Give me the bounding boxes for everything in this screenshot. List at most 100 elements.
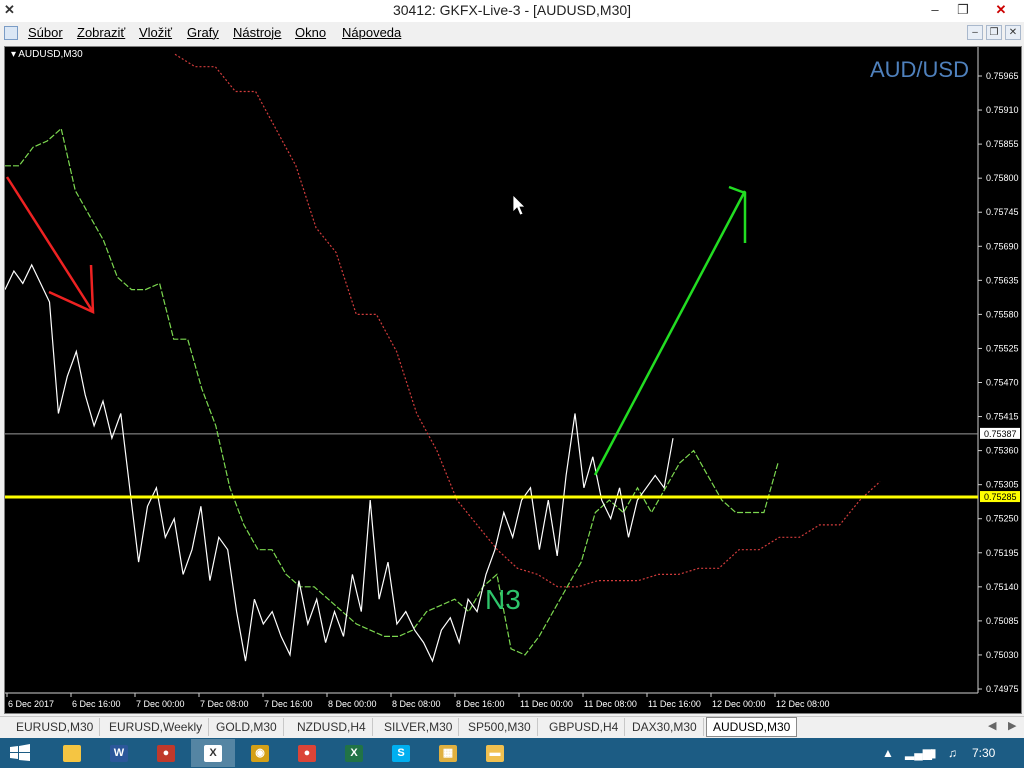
tab-eurusd-m30[interactable]: EURUSD,M30	[10, 718, 101, 736]
y-tick-label: 0.75910	[986, 105, 1019, 115]
menu-okno[interactable]: Okno	[295, 25, 326, 40]
taskbar-app[interactable]: ▬	[473, 739, 517, 767]
x-tick-label: 8 Dec 00:00	[328, 699, 377, 709]
y-tick-label: 0.75800	[986, 173, 1019, 183]
tab-eurusd-weekly[interactable]: EURUSD,Weekly	[103, 718, 210, 736]
excel-icon: X	[345, 745, 363, 762]
taskbar-app[interactable]: ●	[144, 739, 188, 767]
tab-dax30-m30[interactable]: DAX30,M30	[626, 718, 704, 736]
y-tick-label: 0.75415	[986, 412, 1019, 422]
x-tick-label: 7 Dec 00:00	[136, 699, 185, 709]
x-tick-label: 7 Dec 16:00	[264, 699, 313, 709]
y-tick-label: 0.75195	[986, 548, 1019, 558]
skype-icon: S	[392, 745, 410, 762]
chart-minimize-button[interactable]: –	[967, 25, 983, 40]
menu-nastroje[interactable]: Nástroje	[233, 25, 281, 40]
red-dotted-line	[174, 53, 881, 588]
menu-napoveda[interactable]: Nápoveda	[342, 25, 401, 40]
menu-grafy[interactable]: Grafy	[187, 25, 219, 40]
menu-bar: Súbor Zobraziť Vložiť Grafy Nástroje Okn…	[0, 22, 1024, 44]
tabs-scroll-left-icon[interactable]: ◀	[988, 719, 996, 732]
x-tick-label: 7 Dec 08:00	[200, 699, 249, 709]
x-tick-label: 11 Dec 00:00	[520, 699, 573, 709]
y-tick-label: 0.75855	[986, 139, 1019, 149]
tab-nzdusd-h4[interactable]: NZDUSD,H4	[291, 718, 373, 736]
x-tick-label: 12 Dec 08:00	[776, 699, 830, 709]
n3-annotation: N3	[485, 584, 521, 615]
y-tick-label: 0.75030	[986, 650, 1019, 660]
close-icon: ✕	[995, 2, 1007, 17]
network-icon[interactable]: ▂▄▆	[905, 746, 932, 760]
tab-audusd-m30[interactable]: AUDUSD,M30	[706, 717, 798, 737]
photos-icon: ▦	[439, 745, 457, 762]
folder-icon: ▬	[486, 745, 504, 762]
volume-icon[interactable]: ♫	[948, 746, 957, 760]
down-arrow-head-icon	[48, 264, 95, 314]
battery-icon[interactable]: ▮	[930, 746, 937, 760]
x-tick-label: 8 Dec 16:00	[456, 699, 505, 709]
taskbar-app[interactable]: S	[379, 739, 423, 767]
mouse-cursor-icon	[512, 194, 526, 216]
chart-close-button[interactable]: ✕	[1005, 25, 1021, 40]
x-tick-label: 6 Dec 16:00	[72, 699, 121, 709]
y-tick-label: 0.75745	[986, 207, 1019, 217]
chart-symbol-label: ▾ AUDUSD,M30	[11, 49, 83, 60]
restore-icon: ❐	[957, 2, 969, 17]
symbol-text: AUDUSD,M30	[18, 49, 83, 60]
y-tick-label: 0.75580	[986, 309, 1019, 319]
x-tick-label: 12 Dec 00:00	[712, 699, 766, 709]
current-price-label: 0.75387	[984, 429, 1017, 439]
taskbar-app[interactable]: ▦	[426, 739, 470, 767]
tab-silver-m30[interactable]: SILVER,M30	[378, 718, 460, 736]
price-line	[5, 263, 674, 663]
metatrader-icon: X	[204, 745, 222, 762]
windows-start-icon[interactable]	[6, 744, 34, 762]
line-price-label: 0.75285	[984, 492, 1017, 502]
x-tick-label: 11 Dec 16:00	[648, 699, 701, 709]
menu-zobrazit[interactable]: Zobraziť	[77, 25, 125, 40]
chrome-icon: ●	[298, 745, 316, 762]
taskbar-app[interactable]: ●	[285, 739, 329, 767]
trading-terminal-window: ✕ 30412: GKFX-Live-3 - [AUDUSD,M30] – ❐ …	[0, 0, 1024, 768]
up-arrow-icon	[593, 190, 747, 476]
paint-icon: ●	[157, 745, 175, 762]
taskbar-app[interactable]	[50, 739, 94, 767]
chart-canvas[interactable]: 0.75965 0.75910 0.75855 0.75800 0.75745 0.756…	[5, 47, 1021, 713]
tab-gbpusd-h4[interactable]: GBPUSD,H4	[543, 718, 626, 736]
taskbar-app[interactable]: X	[332, 739, 376, 767]
green-dashed-line	[5, 127, 779, 656]
word-icon: W	[110, 745, 128, 762]
y-tick-label: 0.75140	[986, 582, 1019, 592]
clock[interactable]: 7:30	[972, 746, 995, 760]
chart-restore-button[interactable]: ❐	[986, 25, 1002, 40]
y-tick-label: 0.75690	[986, 241, 1019, 251]
tab-gold-m30[interactable]: GOLD,M30	[210, 718, 284, 736]
price-chart[interactable]: 0.75965 0.75910 0.75855 0.75800 0.75745 0.756…	[4, 46, 1022, 714]
taskbar-app[interactable]: W	[97, 739, 141, 767]
chart-window-icon[interactable]	[4, 26, 18, 40]
taskbar: W ● X ◉ ● X S ▦ ▬ ▲ ▂▄▆ ▮ ♫ 7:30	[0, 738, 1024, 768]
x-tick-label: 8 Dec 08:00	[392, 699, 441, 709]
y-tick-label: 0.75635	[986, 275, 1019, 285]
x-tick-label: 6 Dec 2017	[8, 699, 54, 709]
y-tick-label: 0.75470	[986, 378, 1019, 388]
tab-sp500-m30[interactable]: SP500,M30	[462, 718, 538, 736]
tabs-scroll-right-icon[interactable]: ▶	[1008, 719, 1016, 732]
chart-tabs: EURUSD,M30 EURUSD,Weekly GOLD,M30 NZDUSD…	[0, 716, 1024, 737]
y-tick-label: 0.75525	[986, 343, 1019, 353]
maximize-button[interactable]: ❐	[948, 0, 978, 22]
menu-vlozit[interactable]: Vložiť	[139, 25, 172, 40]
close-button[interactable]: ✕	[986, 0, 1016, 22]
tray-show-hidden-icon[interactable]: ▲	[882, 746, 894, 760]
taskbar-app[interactable]: ◉	[238, 739, 282, 767]
title-bar: ✕ 30412: GKFX-Live-3 - [AUDUSD,M30] – ❐ …	[0, 0, 1024, 22]
menu-subor[interactable]: Súbor	[28, 25, 63, 40]
symbol-watermark: AUD/USD	[869, 57, 969, 82]
y-tick-label: 0.75305	[986, 480, 1019, 490]
taskbar-app[interactable]: X	[191, 739, 235, 767]
x-tick-label: 11 Dec 08:00	[584, 699, 637, 709]
minimize-button[interactable]: –	[920, 0, 950, 22]
window-title: 30412: GKFX-Live-3 - [AUDUSD,M30]	[392, 2, 632, 18]
y-tick-label: 0.74975	[986, 684, 1019, 694]
minimize-icon: –	[931, 2, 939, 17]
